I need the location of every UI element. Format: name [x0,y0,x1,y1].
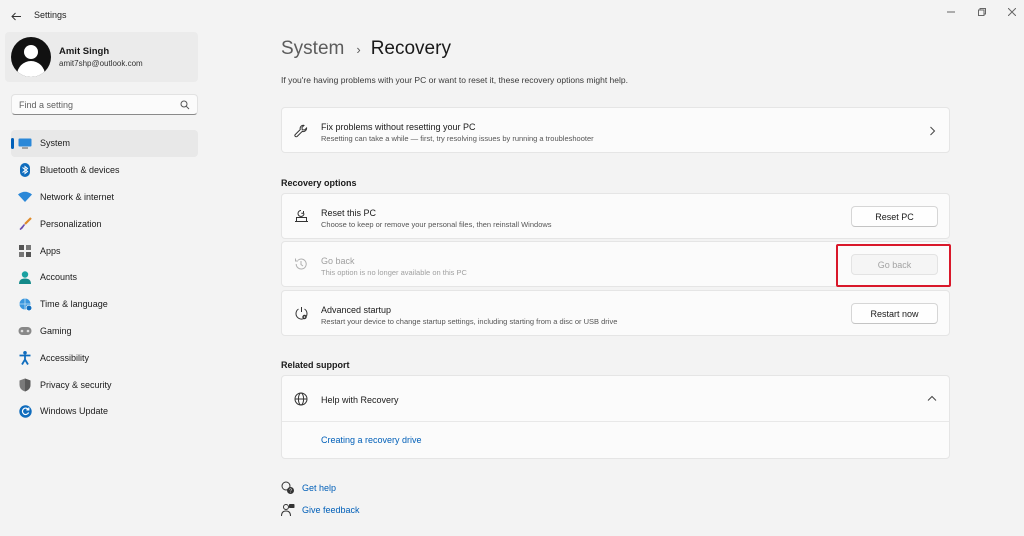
related-support-card: Help with Recovery Creating a recovery d… [281,375,950,459]
reset-pc-icon [293,208,309,224]
search-placeholder: Find a setting [19,100,74,110]
minimize-button[interactable] [944,6,958,18]
sidebar-item-label: Apps [40,245,61,256]
bluetooth-icon [18,163,32,178]
history-icon [293,256,309,272]
wrench-icon [293,123,309,139]
search-icon [180,100,190,110]
close-button[interactable] [1005,6,1019,18]
monitor-icon [18,136,32,150]
highlight-box [836,244,951,287]
card-title: Reset this PC [321,208,377,218]
restart-now-button[interactable]: Restart now [851,303,938,324]
help-chat-icon: ? [281,481,295,495]
section-heading-related-support: Related support [281,360,350,370]
sidebar-item-label: System [40,138,71,149]
accessibility-icon [18,350,32,365]
sidebar-item-label: Windows Update [40,406,109,417]
globe-icon [293,391,309,407]
arrow-left-icon [10,12,21,20]
intro-text: If you're having problems with your PC o… [281,75,628,85]
sidebar-item-system[interactable]: System [11,130,198,157]
fix-problems-card[interactable]: Fix problems without resetting your PC R… [281,107,950,153]
breadcrumb: System › Recovery [281,38,451,60]
svg-text:?: ? [289,488,292,494]
sidebar-item-gaming[interactable]: Gaming [11,318,198,345]
close-icon [1008,8,1016,16]
user-profile[interactable]: Amit Singh amit7shp@outlook.com [5,32,198,82]
search-input[interactable]: Find a setting [11,94,198,115]
advanced-startup-card: Advanced startup Restart your device to … [281,290,950,336]
gamepad-icon [18,324,32,338]
divider [282,421,949,422]
sidebar-item-bluetooth[interactable]: Bluetooth & devices [11,157,198,184]
reset-pc-card: Reset this PC Choose to keep or remove y… [281,193,950,239]
advanced-startup-icon [293,305,309,321]
give-feedback-label: Give feedback [302,505,360,515]
section-heading-recovery-options: Recovery options [281,178,357,188]
sidebar-item-time-language[interactable]: Time & language [11,291,198,318]
sidebar-nav: System Bluetooth & devices Network & int… [11,130,198,425]
chevron-right-icon [930,126,936,136]
card-title: Help with Recovery [321,395,399,405]
reset-pc-button[interactable]: Reset PC [851,206,938,227]
sidebar-item-windows-update[interactable]: Windows Update [11,398,198,425]
creating-recovery-drive-link[interactable]: Creating a recovery drive [321,435,422,445]
sidebar-item-network[interactable]: Network & internet [11,184,198,211]
card-title: Fix problems without resetting your PC [321,122,476,132]
get-help-link[interactable]: ? Get help [281,481,336,495]
brush-icon [18,217,32,231]
get-help-label: Get help [302,483,337,493]
sidebar-item-accounts[interactable]: Accounts [11,264,198,291]
sidebar-item-label: Personalization [40,218,102,229]
back-button[interactable] [8,8,24,24]
avatar [11,37,51,77]
sidebar-item-label: Gaming [40,325,72,336]
sidebar-item-label: Network & internet [40,191,115,202]
give-feedback-link[interactable]: Give feedback [281,503,360,517]
feedback-icon [281,503,295,517]
person-icon [18,270,32,284]
breadcrumb-parent[interactable]: System [281,38,344,60]
sidebar-item-accessibility[interactable]: Accessibility [11,344,198,371]
sidebar-item-label: Privacy & security [40,379,112,390]
card-title: Go back [321,256,355,266]
profile-email: amit7shp@outlook.com [59,59,143,68]
sidebar-item-label: Bluetooth & devices [40,165,120,176]
chevron-up-icon [927,395,937,401]
card-description: Resetting can take a while — first, try … [321,134,594,143]
shield-icon [18,378,32,392]
card-description: Choose to keep or remove your personal f… [321,220,552,229]
app-title: Settings [34,10,67,20]
globe-clock-icon [18,297,32,311]
update-icon [18,404,32,418]
restore-button[interactable] [975,6,989,18]
apps-icon [18,244,32,258]
sidebar-item-apps[interactable]: Apps [11,237,198,264]
minimize-icon [947,11,955,13]
sidebar-item-personalization[interactable]: Personalization [11,210,198,237]
profile-name: Amit Singh [59,46,110,57]
card-title: Advanced startup [321,305,392,315]
sidebar-item-label: Accounts [40,272,78,283]
sidebar-item-label: Time & language [40,299,108,310]
page-title: Recovery [370,38,451,59]
sidebar-item-label: Accessibility [40,352,90,363]
wifi-icon [18,190,32,204]
help-with-recovery-header[interactable]: Help with Recovery [282,376,949,421]
restore-icon [978,8,986,16]
sidebar-item-privacy-security[interactable]: Privacy & security [11,371,198,398]
card-description: This option is no longer available on th… [321,268,467,277]
title-bar: Settings [0,0,1024,32]
breadcrumb-separator: › [356,41,361,57]
card-description: Restart your device to change startup se… [321,317,618,326]
